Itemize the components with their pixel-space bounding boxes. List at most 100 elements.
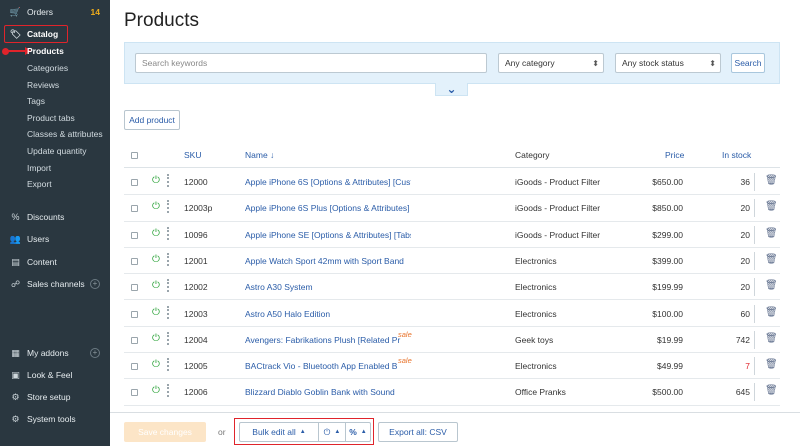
sidebar-item-look-feel[interactable]: ▣ Look & Feel <box>0 367 110 383</box>
row-checkbox[interactable] <box>131 389 138 397</box>
row-checkbox[interactable] <box>131 310 138 318</box>
row-checkbox[interactable] <box>131 336 138 344</box>
stock-cell[interactable]: 20 <box>714 256 750 266</box>
drag-handle[interactable] <box>167 384 169 398</box>
stock-cell[interactable]: 36 <box>714 177 750 187</box>
drag-handle[interactable] <box>167 358 169 372</box>
export-csv-button[interactable]: Export all: CSV <box>378 422 458 442</box>
product-name-link[interactable]: Blizzard Diablo Goblin Bank with Sound <box>245 387 411 397</box>
sidebar-sub-update-quantity[interactable]: Update quantity <box>0 143 110 159</box>
sidebar-item-sales-channels[interactable]: ☍ Sales channels + <box>0 276 110 292</box>
price-column-header[interactable]: Price <box>665 150 684 160</box>
plus-icon[interactable]: + <box>90 279 100 289</box>
row-checkbox[interactable] <box>131 205 138 213</box>
product-name-link[interactable]: Apple iPhone 6S [Options & Attributes] [… <box>245 177 411 187</box>
price-cell[interactable]: $850.00 <box>624 203 683 213</box>
sidebar-item-orders[interactable]: 🛒 Orders 14 <box>0 4 110 20</box>
drag-handle[interactable] <box>167 226 169 240</box>
stock-cell[interactable]: 60 <box>714 309 750 319</box>
sidebar-sub-classes-attributes[interactable]: Classes & attributes <box>0 126 110 142</box>
table-row[interactable]: ⏻ 12005 BACtrack Vio - Bluetooth App Enabl… <box>124 353 780 380</box>
product-name-link[interactable]: Astro A50 Halo Edition <box>245 309 411 319</box>
table-row[interactable]: ⏻ 12003p Apple iPhone 6S Plus [Options & A… <box>124 195 780 222</box>
price-cell[interactable]: $650.00 <box>624 177 683 187</box>
power-icon[interactable]: ⏻ <box>152 333 160 344</box>
sidebar-sub-reviews[interactable]: Reviews <box>0 77 110 93</box>
trash-icon[interactable]: 🗑 <box>765 359 778 370</box>
product-name-link[interactable]: BACtrack Vio - Bluetooth App Enabled B <box>245 361 411 371</box>
power-icon[interactable]: ⏻ <box>152 307 160 318</box>
trash-icon[interactable]: 🗑 <box>765 254 778 265</box>
trash-icon[interactable]: 🗑 <box>765 228 778 239</box>
product-name-link[interactable]: Apple iPhone SE [Options & Attributes] [… <box>245 230 411 240</box>
trash-icon[interactable]: 🗑 <box>765 175 778 186</box>
power-icon[interactable]: ⏻ <box>152 385 160 396</box>
table-row[interactable]: ⏻ 12003 Astro A50 Halo Edition Electronics $… <box>124 301 780 327</box>
power-icon[interactable]: ⏻ <box>152 280 160 291</box>
product-name-link[interactable]: Apple Watch Sport 42mm with Sport Band <box>245 256 411 266</box>
trash-icon[interactable]: 🗑 <box>765 385 778 396</box>
power-icon[interactable]: ⏻ <box>152 201 160 212</box>
sidebar-sub-categories[interactable]: Categories <box>0 60 110 76</box>
search-button[interactable]: Search <box>731 53 765 73</box>
filter-expand-toggle[interactable]: ⌄ <box>435 83 468 96</box>
table-row[interactable]: ⏻ 12006 Blizzard Diablo Goblin Bank with S… <box>124 379 780 406</box>
sidebar-item-content[interactable]: ▤ Content <box>0 254 110 270</box>
trash-icon[interactable]: 🗑 <box>765 201 778 212</box>
row-checkbox[interactable] <box>131 363 138 371</box>
sku-column-header[interactable]: SKU <box>184 150 201 160</box>
stock-cell[interactable]: 7 <box>714 361 750 371</box>
sidebar-item-store-setup[interactable]: ⚙ Store setup <box>0 389 110 405</box>
add-product-button[interactable]: Add product <box>124 110 180 130</box>
sidebar-item-users[interactable]: 👥 Users <box>0 231 110 247</box>
category-select[interactable]: Any category <box>498 53 604 73</box>
row-checkbox[interactable] <box>131 179 138 186</box>
bulk-price-button[interactable]: % ▲ <box>346 422 371 442</box>
power-icon[interactable]: ⏻ <box>152 359 160 370</box>
price-cell[interactable]: $19.99 <box>624 335 683 345</box>
bulk-edit-all-button[interactable]: Bulk edit all ▲ <box>239 422 319 442</box>
drag-handle[interactable] <box>167 200 169 214</box>
price-cell[interactable]: $49.99 <box>624 361 683 371</box>
table-row[interactable]: ⏻ 12001 Apple Watch Sport 42mm with Sport … <box>124 248 780 275</box>
save-changes-button[interactable]: Save changes <box>124 422 206 442</box>
stock-cell[interactable]: 645 <box>714 387 750 397</box>
select-all-checkbox[interactable] <box>131 152 138 159</box>
sidebar-item-system-tools[interactable]: ⚙ System tools <box>0 411 110 427</box>
product-name-link[interactable]: Astro A30 System <box>245 282 411 292</box>
sidebar-item-my-addons[interactable]: ▦ My addons + <box>0 345 110 361</box>
product-name-link[interactable]: Apple iPhone 6S Plus [Options & Attribut… <box>245 203 411 213</box>
power-icon[interactable]: ⏻ <box>152 254 160 265</box>
drag-handle[interactable] <box>167 305 169 319</box>
row-checkbox[interactable] <box>131 257 138 265</box>
table-row[interactable]: ⏻ 12000 Apple iPhone 6S [Options & Attribu… <box>124 169 780 196</box>
sidebar-sub-export[interactable]: Export <box>0 176 110 192</box>
drag-handle[interactable] <box>167 279 169 293</box>
search-keywords-input[interactable]: Search keywords <box>135 53 487 73</box>
sidebar-sub-products[interactable]: Products <box>0 43 110 59</box>
sidebar-item-discounts[interactable]: % Discounts <box>0 209 110 225</box>
drag-handle[interactable] <box>167 174 169 187</box>
plus-icon[interactable]: + <box>90 348 100 358</box>
table-row[interactable]: ⏻ 12002 Astro A30 System Electronics $199.99… <box>124 274 780 301</box>
power-icon[interactable]: ⏻ <box>152 175 160 186</box>
stock-cell[interactable]: 20 <box>714 282 750 292</box>
table-row[interactable]: ⏻ 12004 Avengers: Fabrikations Plush [Rela… <box>124 327 780 354</box>
drag-handle[interactable] <box>167 252 169 266</box>
power-icon[interactable]: ⏻ <box>152 228 160 239</box>
stock-cell[interactable]: 20 <box>714 203 750 213</box>
sidebar-sub-import[interactable]: Import <box>0 160 110 176</box>
sidebar-sub-product-tabs[interactable]: Product tabs <box>0 110 110 126</box>
stock-status-select[interactable]: Any stock status <box>615 53 721 73</box>
price-cell[interactable]: $199.99 <box>624 282 683 292</box>
sidebar-sub-tags[interactable]: Tags <box>0 93 110 109</box>
bulk-enable-button[interactable]: ⏻ ▲ <box>319 422 346 442</box>
name-column-header[interactable]: Name ↓ <box>245 150 274 160</box>
table-row[interactable]: ⏻ 10096 Apple iPhone SE [Options & Attribu… <box>124 222 780 248</box>
row-checkbox[interactable] <box>131 284 138 292</box>
price-cell[interactable]: $299.00 <box>624 230 683 240</box>
stock-cell[interactable]: 742 <box>714 335 750 345</box>
price-cell[interactable]: $500.00 <box>624 387 683 397</box>
trash-icon[interactable]: 🗑 <box>765 307 778 318</box>
price-cell[interactable]: $100.00 <box>624 309 683 319</box>
